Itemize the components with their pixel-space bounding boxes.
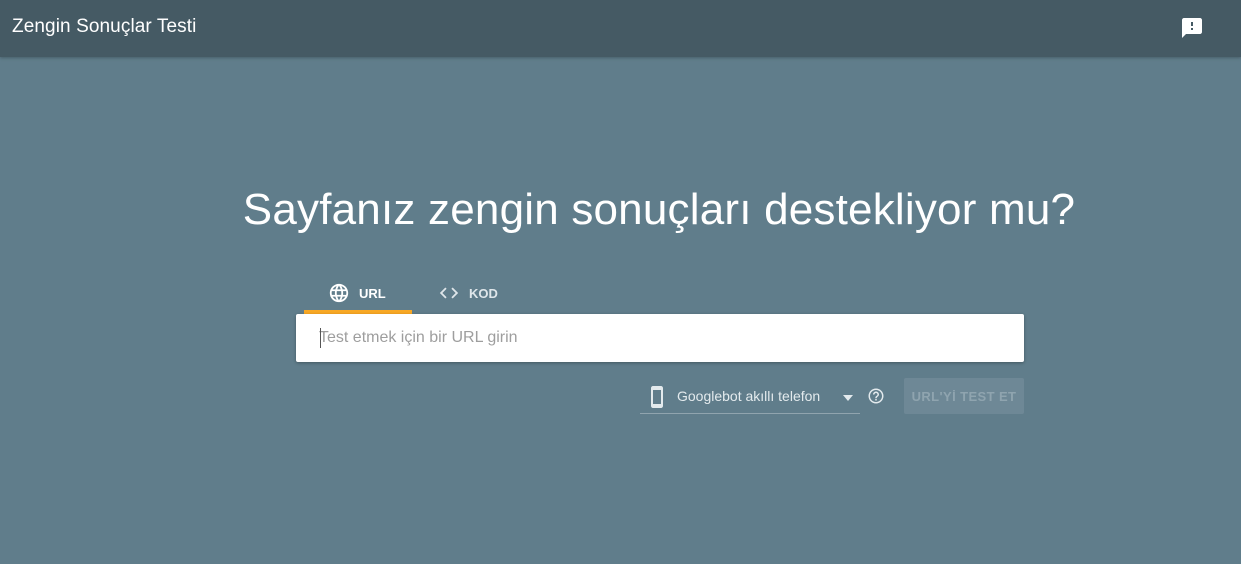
dropdown-arrow-icon [843,395,853,401]
url-input[interactable] [296,314,1024,362]
tab-code-label: KOD [469,285,498,301]
text-cursor [320,328,321,348]
smartphone-icon [651,386,663,408]
device-select-value: Googlebot akıllı telefon [677,388,821,404]
test-url-button[interactable]: URL'Yİ TEST ET [904,378,1024,414]
feedback-button[interactable] [1174,10,1210,46]
app-title: Zengin Sonuçlar Testi [12,16,197,37]
tab-code[interactable]: KOD [436,272,516,314]
feedback-icon [1182,18,1202,38]
page-headline: Sayfanız zengin sonuçları destekliyor mu… [242,185,1076,234]
url-input-container [296,314,1024,362]
device-select[interactable]: Googlebot akıllı telefon [640,378,860,414]
tab-url-label: URL [359,285,386,301]
tab-url[interactable]: URL [304,272,412,314]
code-icon [439,287,459,299]
help-icon[interactable] [867,387,885,405]
app-header: Zengin Sonuçlar Testi [0,0,1241,57]
globe-icon [329,283,349,303]
